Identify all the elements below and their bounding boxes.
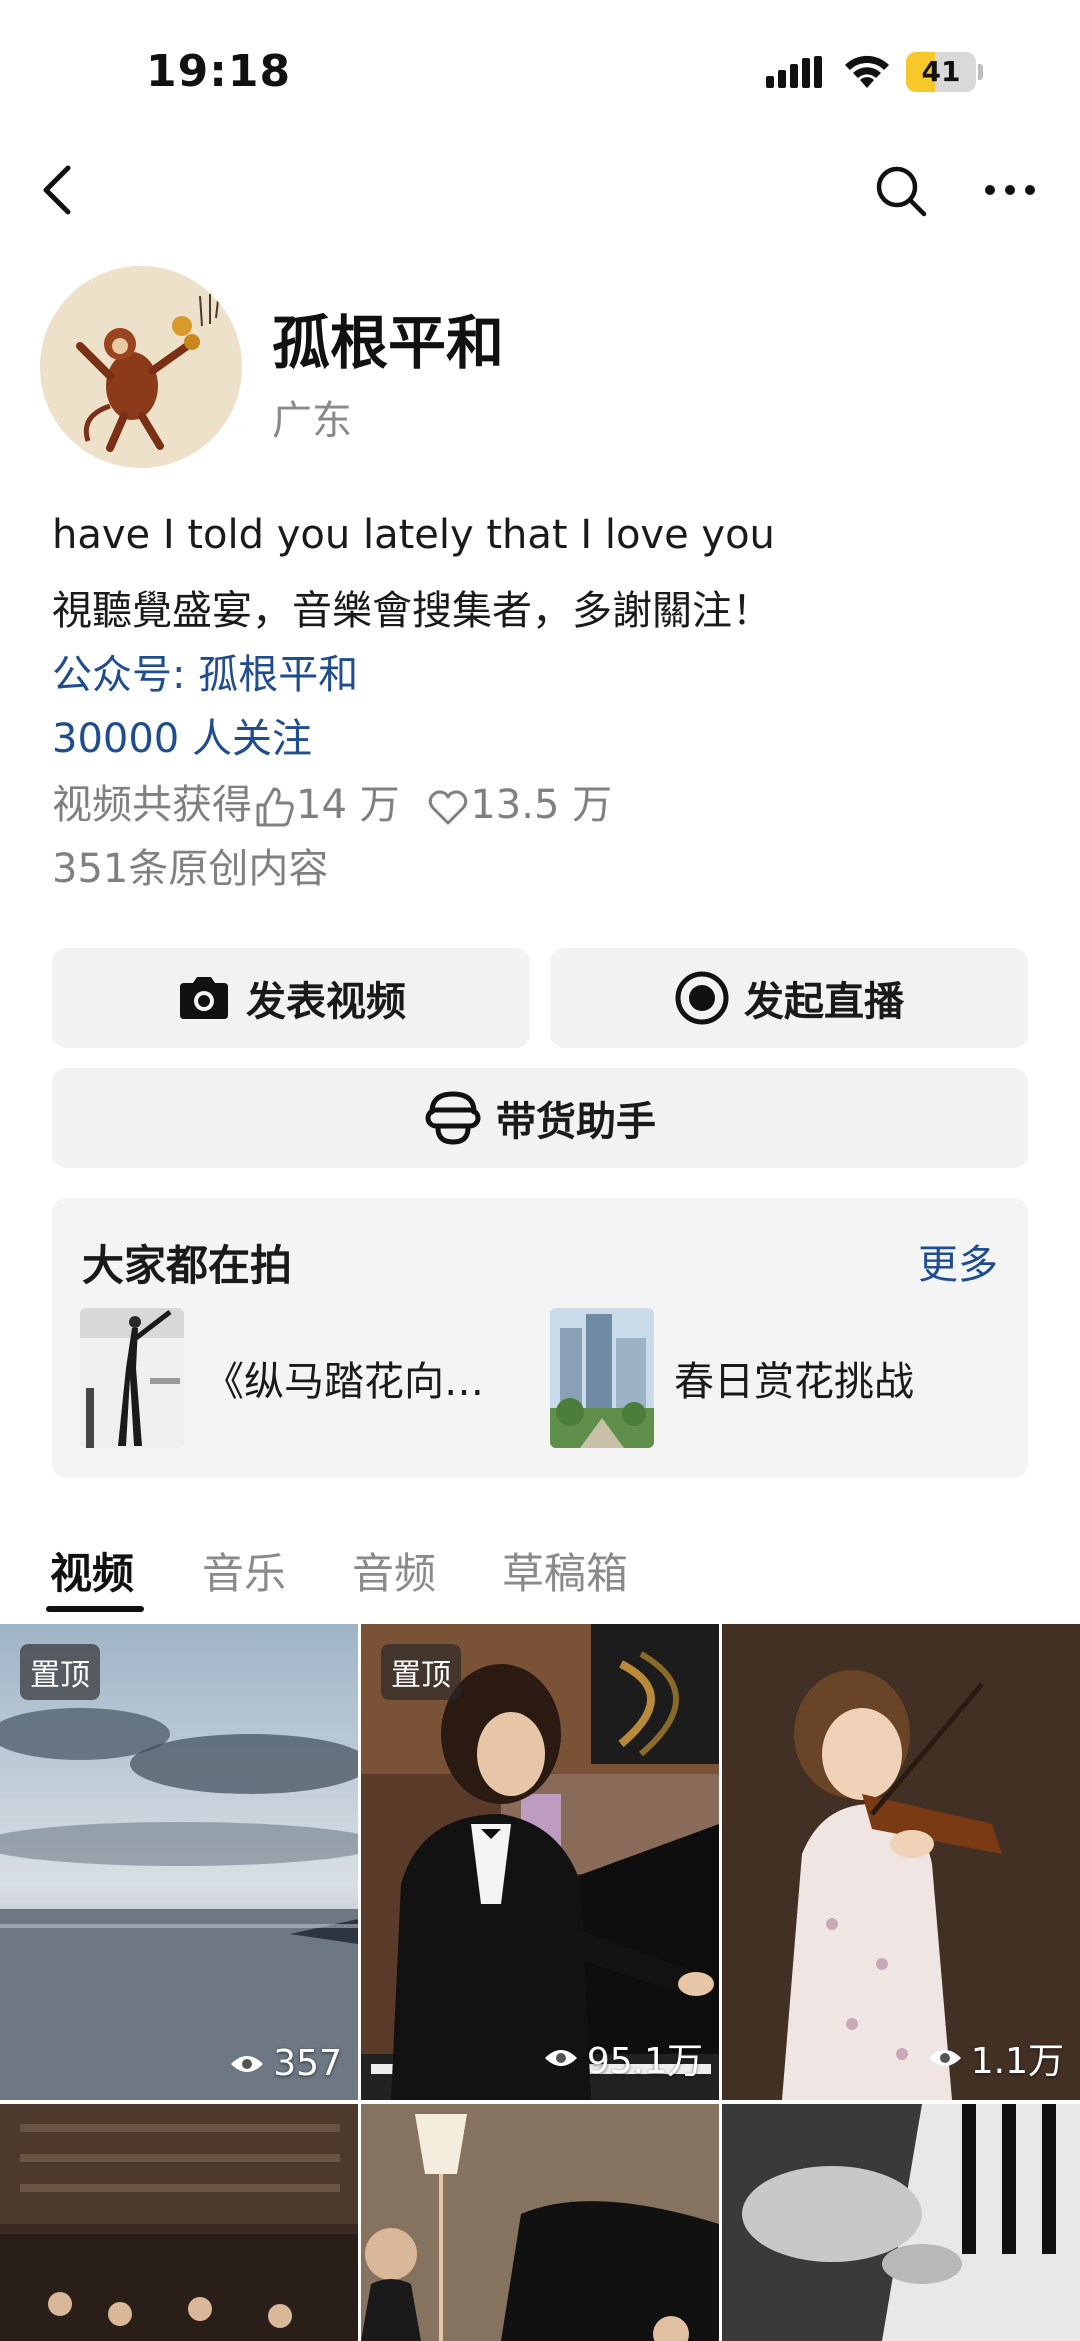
video-thumbnail: [0, 2104, 358, 2341]
video-tile[interactable]: [722, 2104, 1080, 2341]
likes-count: 14 万: [296, 782, 400, 828]
chevron-left-icon[interactable]: [36, 160, 80, 220]
thumbs-up-icon: [256, 787, 294, 827]
tab-drafts[interactable]: 草稿箱: [502, 1540, 628, 1601]
heart-icon: [429, 790, 468, 825]
status-time: 19:18: [146, 46, 292, 97]
pinned-badge: 置顶: [20, 1644, 100, 1700]
original-content-count: 351条原创内容: [52, 846, 329, 892]
topic-label: 春日赏花挑战: [674, 1359, 914, 1405]
post-video-label: 发表视频: [246, 979, 406, 1025]
tab-music[interactable]: 音乐: [202, 1540, 286, 1601]
active-tab-indicator: [46, 1606, 144, 1612]
video-tile[interactable]: [0, 2104, 358, 2341]
topic-thumbnail: [550, 1308, 654, 1448]
post-video-button[interactable]: 发表视频: [52, 948, 530, 1048]
eye-icon: [544, 2050, 577, 2066]
official-account-link[interactable]: 公众号: 孤根平和: [52, 642, 358, 700]
profile-name: 孤根平和: [272, 309, 505, 377]
topic-label: 《纵马踏花向…: [204, 1359, 484, 1405]
hearts-count: 13.5 万: [470, 782, 613, 828]
view-count-value: 95.1万: [586, 2041, 703, 2082]
eye-icon: [231, 2055, 264, 2072]
trending-topic[interactable]: 春日赏花挑战: [550, 1308, 914, 1448]
wifi-icon: [845, 55, 889, 88]
shopping-assistant-label: 带货助手: [496, 1099, 656, 1145]
avatar[interactable]: [40, 266, 242, 468]
video-thumbnail: [722, 2104, 1080, 2341]
camera-icon: [180, 977, 228, 1019]
live-record-icon: [675, 971, 729, 1025]
video-tile[interactable]: 1.1万: [722, 1624, 1080, 2100]
view-count: 1.1万: [927, 2032, 1064, 2084]
trending-card: 大家都在拍 更多 《纵马踏花向… 春日赏花挑战: [52, 1198, 1028, 1478]
followers-link[interactable]: 30000 人关注: [52, 706, 312, 764]
profile-region: 广东: [272, 398, 352, 444]
tab-audio[interactable]: 音频: [352, 1540, 436, 1601]
search-icon[interactable]: [874, 164, 928, 218]
view-count: 357: [229, 2043, 342, 2084]
battery-percent: 41: [921, 55, 961, 88]
topic-thumbnail: [80, 1308, 184, 1448]
view-count-value: 357: [273, 2043, 342, 2084]
view-count: 95.1万: [543, 2032, 703, 2084]
trending-title: 大家都在拍: [82, 1241, 293, 1290]
video-thumbnail: [722, 1624, 1080, 2100]
start-live-label: 发起直播: [744, 979, 904, 1025]
view-count-value: 1.1万: [970, 2041, 1064, 2082]
video-thumbnail: [361, 2104, 719, 2341]
start-live-button[interactable]: 发起直播: [550, 948, 1028, 1048]
bio-line: have I told you lately that I love you: [52, 512, 775, 558]
status-bar: 19:18 41: [0, 0, 1080, 140]
trending-more-link[interactable]: 更多: [918, 1232, 998, 1290]
more-icon[interactable]: [980, 170, 1040, 210]
tab-videos[interactable]: 视频: [50, 1540, 134, 1601]
video-stats: 视频共获得 14 万 13.5 万: [52, 772, 612, 830]
cellular-signal-icon: [766, 56, 822, 88]
video-tile[interactable]: 置顶 357: [0, 1624, 358, 2100]
battery-indicator: 41: [906, 52, 983, 92]
stats-prefix: 视频共获得: [52, 782, 252, 828]
video-tile[interactable]: 置顶 95.1万: [361, 1624, 719, 2100]
eye-icon: [928, 2050, 961, 2066]
bio-line: 視聽覺盛宴，音樂會搜集者，多謝關注！: [52, 588, 772, 634]
video-tile[interactable]: [361, 2104, 719, 2341]
trending-topic[interactable]: 《纵马踏花向…: [80, 1308, 484, 1448]
pinned-badge: 置顶: [381, 1644, 461, 1700]
shopping-assistant-button[interactable]: 带货助手: [52, 1068, 1028, 1168]
shopping-assistant-icon: [425, 1091, 481, 1145]
